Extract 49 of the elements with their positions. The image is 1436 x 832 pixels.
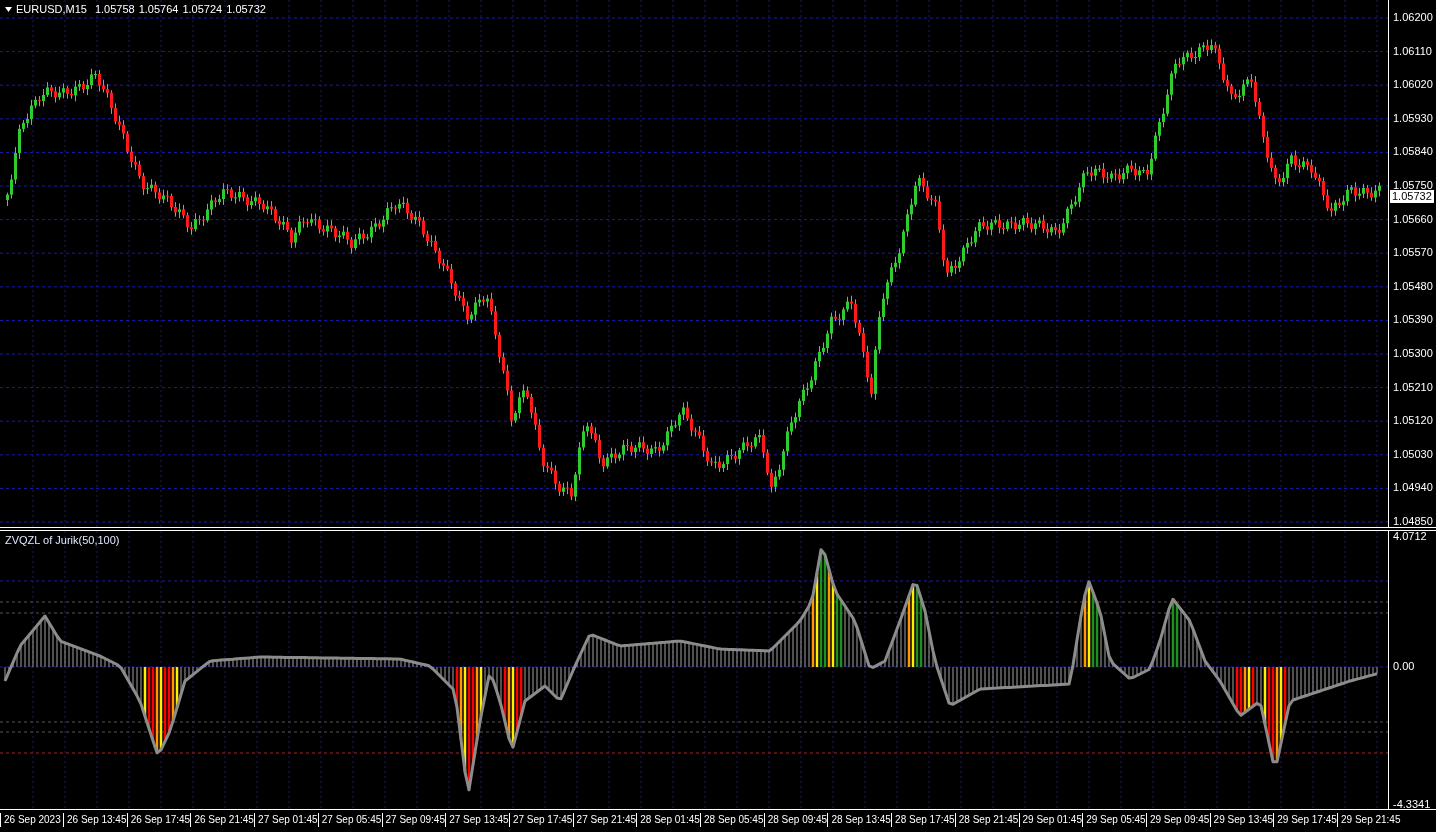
price-axis-label: 1.05120 xyxy=(1393,414,1433,428)
price-axis-label: 1.04850 xyxy=(1393,515,1433,528)
time-axis-label: 28 Sep 13:45 xyxy=(827,813,891,827)
quote-value: 1.05732 xyxy=(226,3,266,15)
time-axis-label: 26 Sep 21:45 xyxy=(190,813,254,827)
price-axis-label: 1.05840 xyxy=(1393,145,1433,159)
price-axis-label: 1.05300 xyxy=(1393,347,1433,360)
time-axis-label: 28 Sep 17:45 xyxy=(891,813,955,827)
quote-value: 1.05724 xyxy=(182,3,223,15)
price-axis-label: 1.06200 xyxy=(1393,11,1433,24)
time-axis-label: 26 Sep 2023 xyxy=(0,813,61,827)
indicator-axis-label: -4.3341 xyxy=(1393,798,1431,811)
price-axis-label: 1.05030 xyxy=(1393,447,1433,461)
triangle-icon[interactable] xyxy=(5,6,12,12)
price-axis-label: 1.05570 xyxy=(1393,246,1433,260)
price-axis-label: 1.04940 xyxy=(1393,481,1433,495)
time-axis-label: 27 Sep 21:45 xyxy=(572,813,637,827)
time-axis-label: 27 Sep 09:45 xyxy=(381,813,445,827)
time-axis-label: 27 Sep 17:45 xyxy=(508,813,573,827)
time-axis-label: 28 Sep 01:45 xyxy=(636,813,700,827)
time-axis-label: 27 Sep 01:45 xyxy=(254,813,318,827)
price-axis-label: 1.05660 xyxy=(1393,212,1433,226)
time-axis-label: 27 Sep 05:45 xyxy=(317,813,382,827)
price-axis-label: 1.05930 xyxy=(1393,111,1433,125)
time-axis-label: 28 Sep 09:45 xyxy=(763,813,828,827)
time-axis-label: 29 Sep 05:45 xyxy=(1082,813,1146,827)
price-axis-label: 1.06020 xyxy=(1393,78,1433,92)
price-axis-label: 1.05750 xyxy=(1393,179,1433,192)
price-axis-label: 1.05480 xyxy=(1393,279,1433,293)
time-axis-label: 29 Sep 01:45 xyxy=(1018,813,1082,827)
quote-value: 1.05764 xyxy=(138,3,179,15)
price-axis-label: 1.05210 xyxy=(1393,380,1433,394)
current-price-label: 1.05732 xyxy=(1390,190,1434,203)
time-axis-label: 29 Sep 09:45 xyxy=(1145,813,1210,827)
symbol-label: EURUSD,M15 xyxy=(16,3,87,15)
time-axis-label: 29 Sep 21:45 xyxy=(1337,813,1401,827)
time-axis-label: 29 Sep 17:45 xyxy=(1273,813,1337,827)
time-axis-label: 27 Sep 13:45 xyxy=(445,813,509,827)
time-axis-label: 26 Sep 13:45 xyxy=(63,813,127,827)
time-axis-label: 26 Sep 17:45 xyxy=(126,813,191,827)
price-axis-label: 1.05390 xyxy=(1393,313,1433,327)
time-axis-label: 28 Sep 21:45 xyxy=(954,813,1019,827)
indicator-title: ZVQZL of Jurik(50,100) xyxy=(5,534,120,546)
price-axis-label: 1.06110 xyxy=(1393,44,1432,58)
indicator-axis-label: 0.00 xyxy=(1393,660,1415,673)
indicator-axis-label: 4.0712 xyxy=(1393,530,1427,543)
time-axis-label: 28 Sep 05:45 xyxy=(700,813,764,827)
quote-value: 1.05758 xyxy=(94,3,135,15)
time-axis-label: 29 Sep 13:45 xyxy=(1209,813,1274,827)
